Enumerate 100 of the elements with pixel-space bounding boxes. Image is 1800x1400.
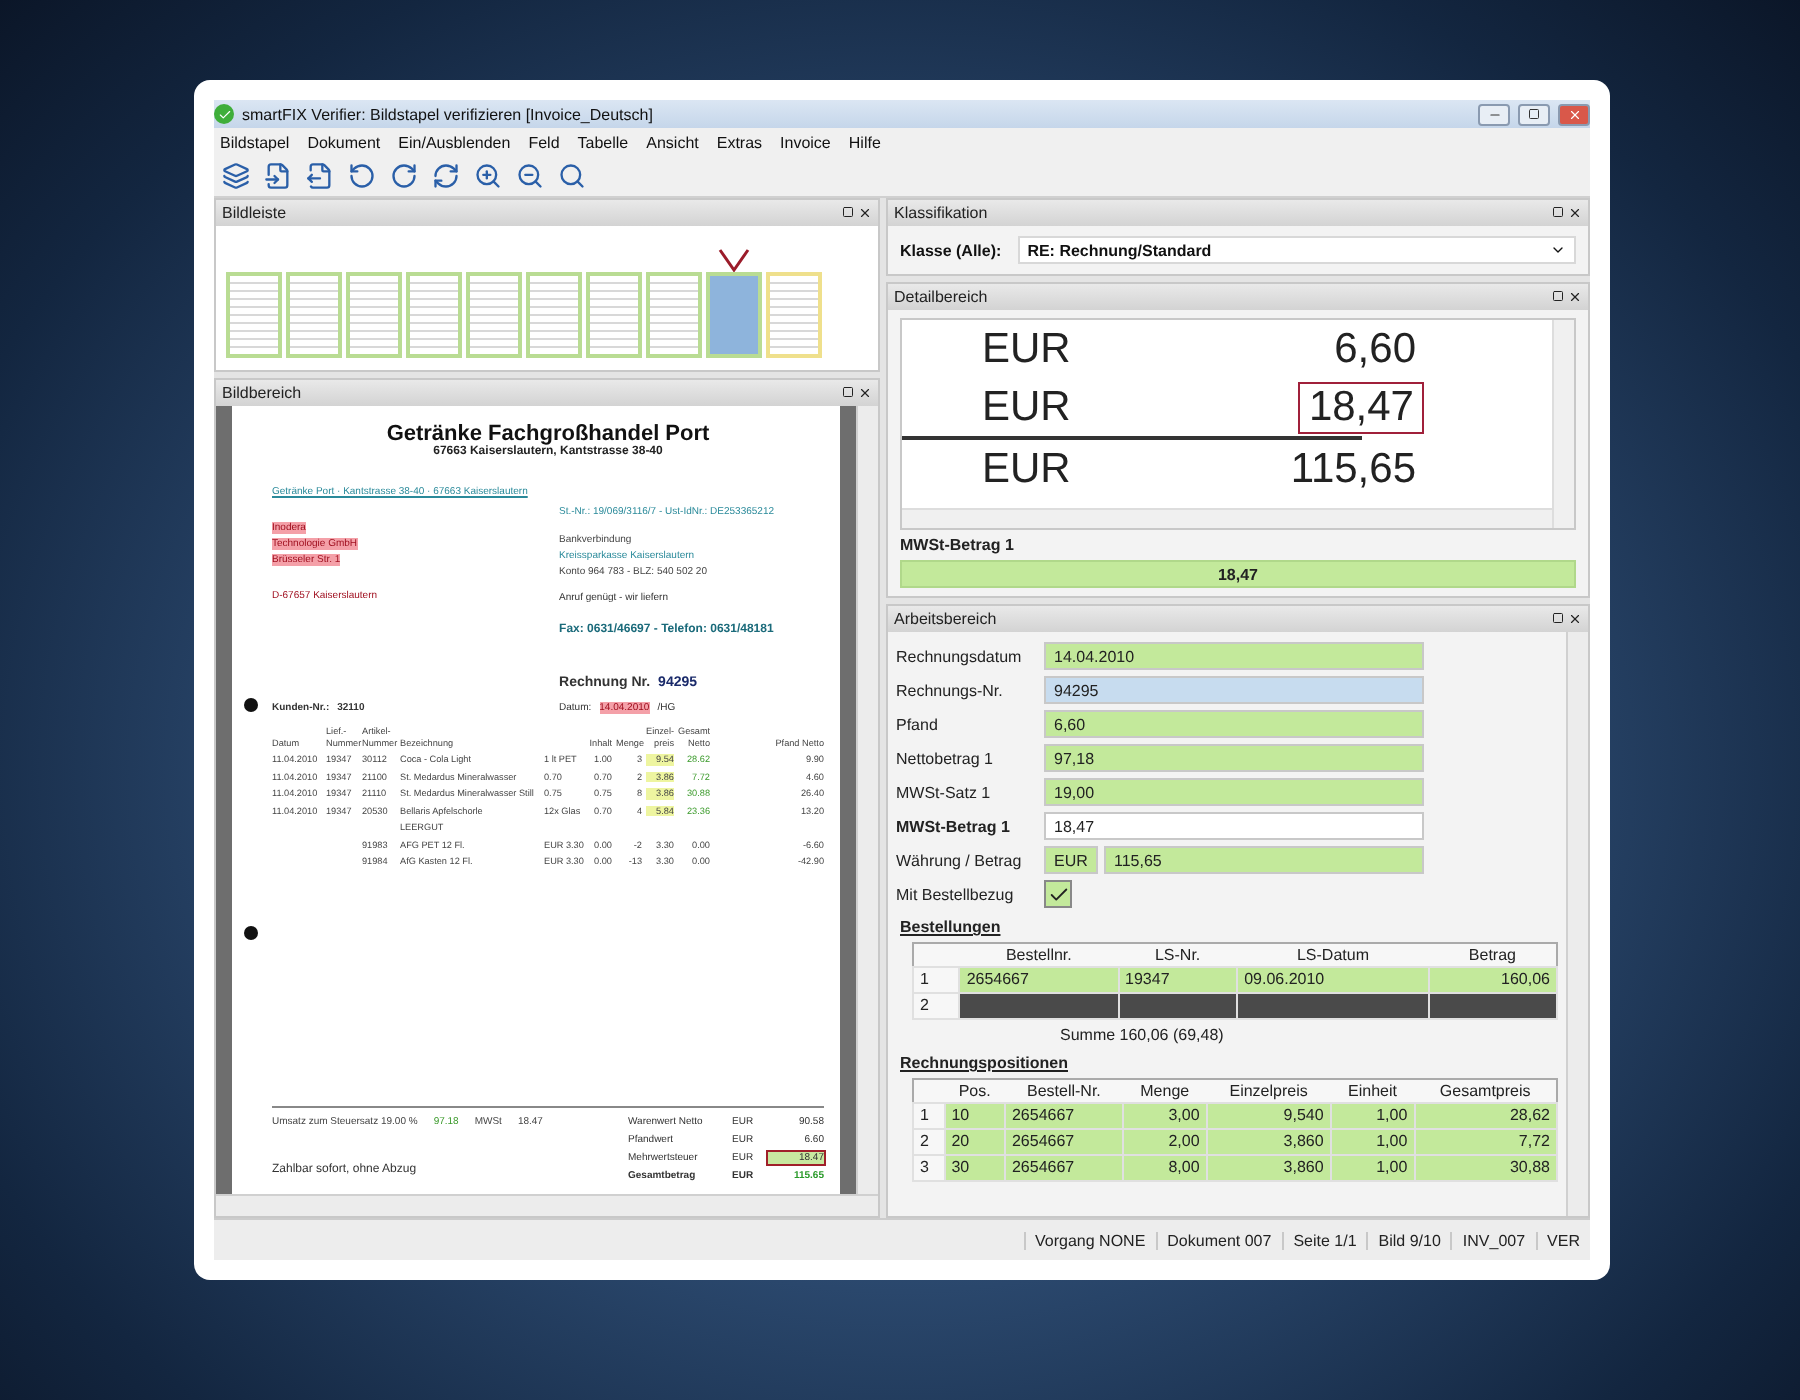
restore-icon[interactable]: [842, 206, 854, 218]
file-import-icon[interactable]: [262, 161, 292, 191]
page-thumbnail[interactable]: [406, 272, 462, 358]
close-icon[interactable]: [1568, 612, 1582, 626]
input-field[interactable]: 115,65: [1104, 846, 1424, 874]
horizontal-scrollbar[interactable]: [902, 508, 1554, 528]
row-number: 1: [913, 1103, 945, 1129]
column-heading: LS-Nr.: [1118, 943, 1238, 967]
status-item: Seite 1/1: [1281, 1231, 1367, 1249]
menu-item[interactable]: Dokument: [307, 133, 381, 151]
table-cell: 8,00: [1122, 1155, 1207, 1181]
table-cell: 9,540: [1206, 1103, 1331, 1129]
column-heading: Bestell-Nr.: [1004, 1079, 1123, 1103]
chevron-marker-icon: [718, 248, 750, 272]
vertical-scrollbar[interactable]: [856, 406, 878, 1194]
close-button[interactable]: [1558, 103, 1590, 125]
input-field[interactable]: 14.04.2010: [1044, 642, 1424, 670]
page-thumbnail[interactable]: [586, 272, 642, 358]
caret-icon: [1550, 242, 1566, 258]
checkbox[interactable]: [1044, 880, 1072, 908]
punch-hole-icon: [244, 698, 258, 712]
orders-sum: Summe 160,06 (69,48): [1060, 1026, 1226, 1044]
zoomed-amount: 6,60: [1332, 325, 1418, 373]
vertical-scrollbar[interactable]: [1552, 320, 1574, 528]
stack-icon[interactable]: [220, 161, 250, 191]
page-thumbnail[interactable]: [526, 272, 582, 358]
panel-title: Bildleiste: [222, 204, 287, 222]
input-field[interactable]: 97,18: [1044, 744, 1424, 772]
table-cell: 2654667: [1004, 1155, 1123, 1181]
panel-title: Bildbereich: [222, 384, 302, 402]
field-label: Nettobetrag 1: [896, 749, 995, 767]
vertical-scrollbar[interactable]: [1566, 632, 1588, 1216]
maximize-button[interactable]: [1518, 103, 1550, 125]
column-heading: LS-Datum: [1237, 943, 1429, 967]
file-export-icon[interactable]: [304, 161, 334, 191]
close-icon[interactable]: [1568, 206, 1582, 220]
zoom-in-icon[interactable]: [472, 161, 502, 191]
input-field[interactable]: 6,60: [1044, 710, 1424, 738]
menu-item[interactable]: Hilfe: [848, 133, 881, 151]
page-thumbnail[interactable]: [646, 272, 702, 358]
check-icon: [1047, 883, 1069, 905]
zoomed-currency: EUR: [980, 325, 1073, 373]
menu-item[interactable]: Bildstapel: [220, 133, 290, 151]
menu-item[interactable]: Tabelle: [577, 133, 629, 151]
menu-item[interactable]: Ein/Ausblenden: [398, 133, 511, 151]
status-item: VER: [1535, 1231, 1590, 1249]
table-cell: [1118, 993, 1238, 1019]
field-label: MWSt-Betrag 1: [900, 536, 1016, 554]
panel-title: Arbeitsbereich: [894, 610, 997, 628]
refresh-icon[interactable]: [430, 161, 460, 191]
table-cell: 09.06.2010: [1237, 967, 1429, 993]
close-icon[interactable]: [858, 206, 872, 220]
column-heading: Menge: [1122, 1079, 1207, 1103]
page-thumbnail[interactable]: [466, 272, 522, 358]
input-field[interactable]: 94295: [1044, 676, 1424, 704]
class-label: Klasse (Alle):: [900, 241, 1002, 259]
restore-icon[interactable]: [842, 386, 854, 398]
currency-field[interactable]: EUR: [1044, 846, 1098, 874]
field-label: MWSt-Betrag 1: [896, 817, 1012, 835]
zoomed-amount: 115,65: [1288, 445, 1418, 493]
page-thumbnail[interactable]: [226, 272, 282, 358]
close-icon: [1567, 107, 1581, 121]
menu-item[interactable]: Ansicht: [646, 133, 699, 151]
page-thumbnail[interactable]: [346, 272, 402, 358]
row-number: 3: [913, 1155, 945, 1181]
table-cell: 1,00: [1330, 1103, 1415, 1129]
table-cell: 2654667: [1004, 1129, 1123, 1155]
table-cell: [1428, 993, 1557, 1019]
page-thumbnail[interactable]: [706, 272, 762, 358]
page-thumbnail[interactable]: [286, 272, 342, 358]
restore-icon[interactable]: [1552, 612, 1564, 624]
close-icon[interactable]: [858, 386, 872, 400]
table-cell: 2654667: [1004, 1103, 1123, 1129]
panel-title: Klassifikation: [894, 204, 988, 222]
zoom-out-icon[interactable]: [514, 161, 544, 191]
table-cell: 3,00: [1122, 1103, 1207, 1129]
restore-icon[interactable]: [1552, 206, 1564, 218]
restore-icon[interactable]: [1552, 290, 1564, 302]
table-cell: 19347: [1118, 967, 1238, 993]
page-thumbnail[interactable]: [766, 272, 822, 358]
menu-item[interactable]: Feld: [528, 133, 560, 151]
row-number: 1: [913, 967, 960, 993]
section-title: Bestellungen: [900, 918, 1003, 936]
menu-item[interactable]: Invoice: [780, 133, 831, 151]
field-label: Währung / Betrag: [896, 851, 1024, 869]
table-cell: 28,62: [1414, 1103, 1557, 1129]
rotate-right-icon[interactable]: [388, 161, 418, 191]
column-heading: Betrag: [1428, 943, 1557, 967]
column-heading: Gesamtpreis: [1414, 1079, 1557, 1103]
rotate-left-icon[interactable]: [346, 161, 376, 191]
table-cell: 160,06: [1428, 967, 1557, 993]
search-icon[interactable]: [556, 161, 586, 191]
horizontal-scrollbar[interactable]: [216, 1194, 878, 1216]
input-field[interactable]: 18,47: [1044, 812, 1424, 840]
menu-item[interactable]: Extras: [716, 133, 763, 151]
input-field[interactable]: 19,00: [1044, 778, 1424, 806]
class-dropdown[interactable]: RE: Rechnung/Standard: [1017, 236, 1576, 264]
checkbox-label: Mit Bestellbezug: [896, 885, 1016, 903]
close-icon[interactable]: [1568, 290, 1582, 304]
table-cell: 1,00: [1330, 1155, 1415, 1181]
